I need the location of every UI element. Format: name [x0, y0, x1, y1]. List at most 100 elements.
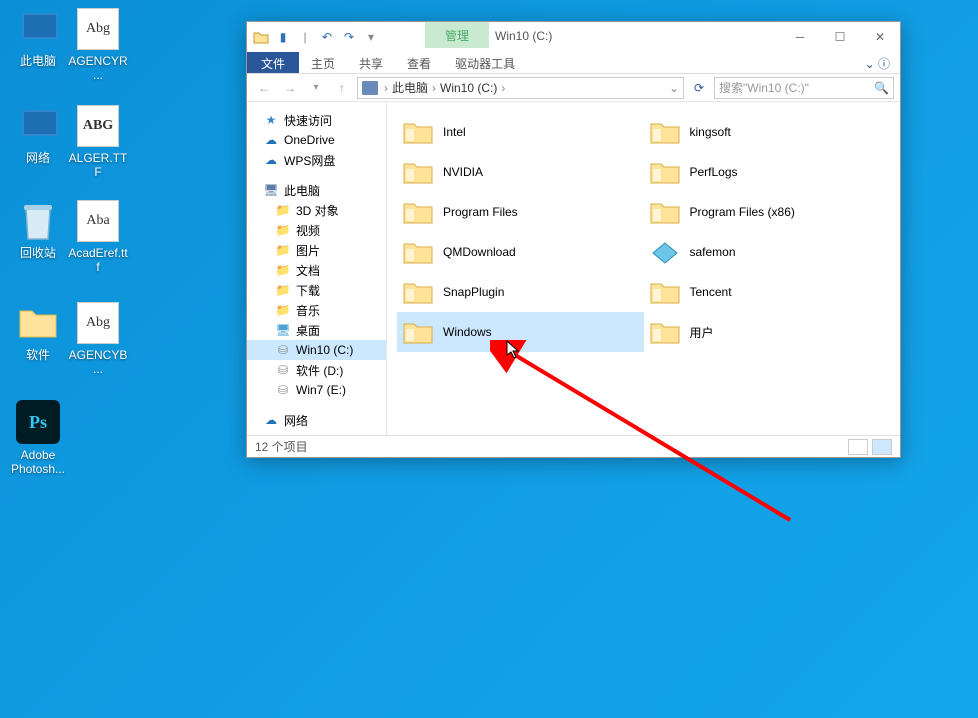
sidebar-item-label: Win7 (E:)	[296, 383, 346, 397]
folder-item-kingsoft[interactable]: kingsoft	[644, 112, 891, 152]
tab-file[interactable]: 文件	[247, 52, 299, 73]
forward-button[interactable]: →	[279, 77, 301, 99]
folder-icon	[650, 119, 680, 145]
contextual-tab-manage[interactable]: 管理	[425, 22, 489, 48]
up-button[interactable]: ↑	[331, 77, 353, 99]
undo-icon[interactable]: ↶	[319, 29, 335, 45]
folder-item-tencent[interactable]: Tencent	[644, 272, 891, 312]
breadcrumb-item[interactable]: 此电脑	[392, 79, 428, 96]
folder-label: Tencent	[690, 285, 732, 299]
sidebar-item-label: 网络	[284, 412, 308, 429]
ribbon-help-icon[interactable]: ⌄ ⓘ	[855, 52, 900, 73]
history-dropdown[interactable]: ▾	[305, 77, 327, 99]
folder-item-windows[interactable]: Windows	[397, 312, 644, 352]
folder-icon	[403, 159, 433, 185]
desktop-icon-agencyb[interactable]: Abg AGENCYB...	[68, 302, 128, 377]
sidebar-item--[interactable]: 📁视频	[247, 220, 386, 240]
breadcrumb[interactable]: › 此电脑 › Win10 (C:) › ⌄	[357, 77, 684, 99]
desktop-icon-this-pc[interactable]: 此电脑	[8, 8, 68, 68]
desktop-icon-network[interactable]: 网络	[8, 105, 68, 165]
folder-item-snapplugin[interactable]: SnapPlugin	[397, 272, 644, 312]
star-icon: ★	[263, 112, 279, 128]
cloud-icon: ☁	[263, 132, 279, 148]
quick-access-toolbar: ▮ | ↶ ↷ ▾	[247, 22, 379, 52]
divider-icon: |	[297, 29, 313, 45]
sidebar-item-win7-e-[interactable]: ⛁ Win7 (E:)	[247, 380, 386, 400]
sidebar-item-onedrive[interactable]: ☁ OneDrive	[247, 130, 386, 150]
sidebar-item-label: 音乐	[296, 302, 320, 319]
folder-icon: 📁	[275, 202, 291, 218]
content-pane[interactable]: IntelkingsoftNVIDIAPerfLogsProgram Files…	[387, 102, 900, 435]
cloud-icon: ☁	[263, 152, 279, 168]
tab-share[interactable]: 共享	[347, 52, 395, 73]
refresh-button[interactable]: ⟳	[688, 81, 710, 95]
desktop-icon-alger[interactable]: ABG ALGER.TTF	[68, 105, 128, 180]
folder-item-qmdownload[interactable]: QMDownload	[397, 232, 644, 272]
folder-label: SnapPlugin	[443, 285, 504, 299]
desktop-icon-agencyr[interactable]: Abg AGENCYR...	[68, 8, 128, 83]
folder-label: QMDownload	[443, 245, 516, 259]
folder-label: safemon	[690, 245, 736, 259]
sidebar-item--[interactable]: 📁文档	[247, 260, 386, 280]
sidebar-item--[interactable]: ★快速访问	[247, 110, 386, 130]
drive-small-icon: ▮	[275, 29, 291, 45]
chevron-right-icon[interactable]: ›	[430, 81, 438, 95]
breadcrumb-item[interactable]: Win10 (C:)	[440, 81, 497, 95]
sidebar-item-label: 此电脑	[284, 182, 320, 199]
folder-icon	[403, 119, 433, 145]
desktop-icon-label: ALGER.TTF	[68, 151, 128, 180]
sidebar-item--[interactable]: 📁下载	[247, 280, 386, 300]
folder-icon	[650, 159, 680, 185]
desktop-icon-label: Adobe Photosh...	[8, 448, 68, 477]
folder-label: Program Files	[443, 205, 518, 219]
tab-home[interactable]: 主页	[299, 52, 347, 73]
sidebar-item--[interactable]: 🖥桌面	[247, 320, 386, 340]
pc-icon	[17, 8, 59, 50]
folder-item-program-files[interactable]: Program Files	[397, 192, 644, 232]
tab-drive-tools[interactable]: 驱动器工具	[443, 52, 527, 73]
desktop-icon-recycle-bin[interactable]: 回收站	[8, 200, 68, 260]
maximize-button[interactable]: ☐	[820, 22, 860, 52]
disk-icon: ⛁	[275, 382, 291, 398]
sidebar-item-3d-[interactable]: 📁3D 对象	[247, 200, 386, 220]
folder-item-perflogs[interactable]: PerfLogs	[644, 152, 891, 192]
minimize-button[interactable]: ─	[780, 22, 820, 52]
tab-view[interactable]: 查看	[395, 52, 443, 73]
network-icon	[17, 105, 59, 147]
redo-icon[interactable]: ↷	[341, 29, 357, 45]
folder-item--[interactable]: 用户	[644, 312, 891, 352]
desktop-icon-photoshop[interactable]: Ps Adobe Photosh...	[8, 400, 68, 477]
folder-label: kingsoft	[690, 125, 731, 139]
chevron-right-icon[interactable]: ›	[382, 81, 390, 95]
sidebar-item--d-[interactable]: ⛁软件 (D:)	[247, 360, 386, 380]
folder-item-intel[interactable]: Intel	[397, 112, 644, 152]
folder-item-safemon[interactable]: safemon	[644, 232, 891, 272]
sidebar-item--[interactable]: 🖥此电脑	[247, 180, 386, 200]
title-bar[interactable]: ▮ | ↶ ↷ ▾ 管理 Win10 (C:) ─ ☐ ✕	[247, 22, 900, 52]
dropdown-icon[interactable]: ▾	[363, 29, 379, 45]
folder-item-program-files-x86-[interactable]: Program Files (x86)	[644, 192, 891, 232]
sidebar-item-win10-c-[interactable]: ⛁Win10 (C:)	[247, 340, 386, 360]
sidebar-item-label: OneDrive	[284, 133, 335, 147]
pc-small-icon	[362, 81, 378, 95]
sidebar-item--[interactable]: 📁图片	[247, 240, 386, 260]
view-large-icons-button[interactable]	[872, 439, 892, 455]
shield-icon	[650, 239, 680, 265]
folder-icon	[403, 199, 433, 225]
chevron-right-icon[interactable]: ›	[499, 81, 507, 95]
breadcrumb-dropdown-icon[interactable]: ⌄	[669, 81, 679, 95]
view-details-button[interactable]	[848, 439, 868, 455]
status-bar: 12 个项目	[247, 435, 900, 457]
sidebar-item-wps-[interactable]: ☁WPS网盘	[247, 150, 386, 170]
folder-icon	[650, 279, 680, 305]
folder-item-nvidia[interactable]: NVIDIA	[397, 152, 644, 192]
desktop-icon-software-folder[interactable]: 软件	[8, 302, 68, 362]
sidebar-item-label: Win10 (C:)	[296, 343, 353, 357]
back-button[interactable]: ←	[253, 77, 275, 99]
close-button[interactable]: ✕	[860, 22, 900, 52]
search-input[interactable]: 搜索"Win10 (C:)" 🔍	[714, 77, 894, 99]
sidebar-item--[interactable]: 📁音乐	[247, 300, 386, 320]
font-icon: Aba	[77, 200, 119, 242]
desktop-icon-acaderef[interactable]: Aba AcadEref.ttf	[68, 200, 128, 275]
sidebar-item--[interactable]: ☁网络	[247, 410, 386, 430]
